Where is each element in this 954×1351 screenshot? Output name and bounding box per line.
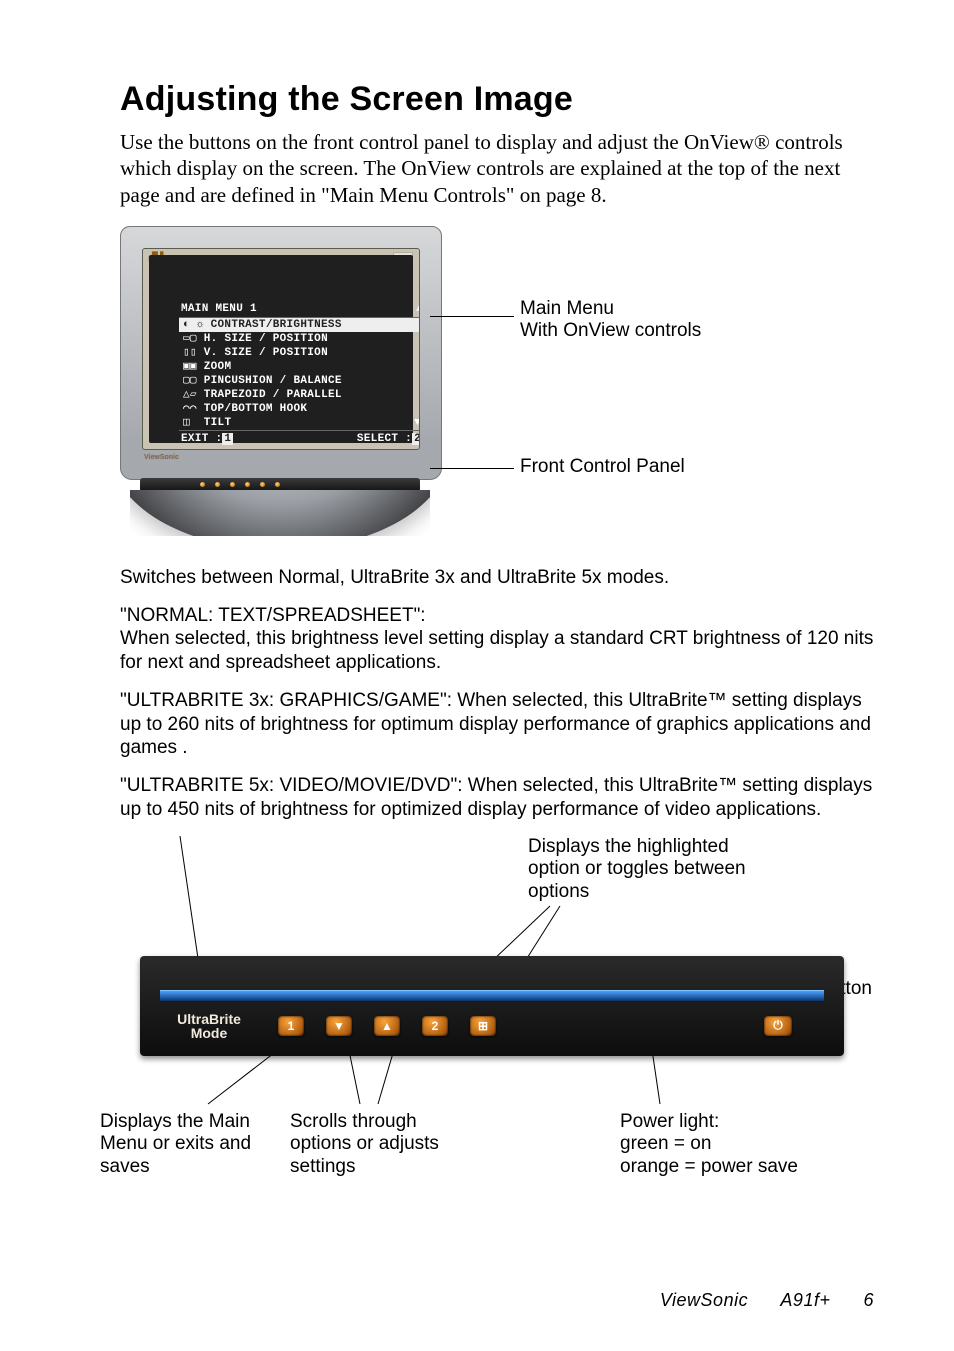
osd-item-zoom: ▣▣ ZOOM bbox=[179, 360, 420, 374]
caption-highlighted: Displays the highlighted option or toggl… bbox=[528, 836, 758, 904]
osd-item-tilt: ◫ TILT ▼ bbox=[179, 416, 420, 430]
panel-button-2[interactable]: 2 bbox=[422, 1016, 448, 1036]
caption-power-light: Power light: green = on orange = power s… bbox=[620, 1111, 840, 1179]
osd-item-trapezoid: △▱ TRAPEZOID / PARALLEL bbox=[179, 388, 420, 402]
figure-control-panel: Displays the highlighted option or toggl… bbox=[120, 836, 874, 1216]
leader-line bbox=[430, 468, 514, 469]
page-footer: ViewSonic A91f+ 6 bbox=[0, 1290, 874, 1311]
leader-line bbox=[430, 316, 514, 317]
panel-button-toggle[interactable]: ⊞ bbox=[470, 1016, 496, 1036]
text-switches: Switches between Normal, UltraBrite 3x a… bbox=[120, 566, 874, 590]
panel-button-up[interactable]: ▲ bbox=[374, 1016, 400, 1036]
osd-title-text: MAIN MENU 1 bbox=[181, 302, 257, 316]
caption-main-menu: Displays the Main Menu or exits and save… bbox=[100, 1111, 280, 1179]
brand-label: ViewSonic bbox=[144, 454, 179, 461]
page-title: Adjusting the Screen Image bbox=[120, 80, 874, 119]
osd-item-pincushion: ▢▢ PINCUSHION / BALANCE bbox=[179, 374, 420, 388]
caption-scrolls: Scrolls through options or adjusts setti… bbox=[290, 1111, 460, 1179]
osd-item-vsize: ▯▯ V. SIZE / POSITION bbox=[179, 346, 420, 360]
panel-button-1[interactable]: 1 bbox=[278, 1016, 304, 1036]
ultrabrite-label: UltraBrite Mode bbox=[170, 1012, 248, 1040]
osd-item-hook: ⌒⌒ TOP/BOTTOM HOOK bbox=[179, 402, 420, 416]
osd-item-contrast: ◐ ☼ CONTRAST/BRIGHTNESS bbox=[179, 318, 420, 332]
callout-front-panel: Front Control Panel bbox=[520, 456, 685, 478]
osd-menu: MAIN MENU 1 ▲ ◐ ☼ CONTRAST/BRIGHTNESS ▭▢… bbox=[179, 301, 420, 447]
intro-paragraph: Use the buttons on the front control pan… bbox=[120, 129, 874, 208]
front-panel-buttons-icon bbox=[200, 480, 310, 490]
control-panel: UltraBrite Mode 1 ▼ ▲ 2 ⊞ ⏻ bbox=[140, 956, 844, 1056]
figure-monitor: ▟▙▙ MAIN MENU 1 ▲ ◐ ☼ CONTRAST/BRIGHTNES… bbox=[120, 226, 874, 536]
monitor-base bbox=[130, 490, 430, 536]
text-normal-body: When selected, this brightness level set… bbox=[120, 627, 874, 675]
text-normal-head: "NORMAL: TEXT/SPREADSHEET": bbox=[120, 604, 874, 628]
osd-item-hsize: ▭▢ H. SIZE / POSITION bbox=[179, 332, 420, 346]
panel-button-down[interactable]: ▼ bbox=[326, 1016, 352, 1036]
arrow-down-icon: ▼ bbox=[414, 416, 420, 430]
callout-main-menu: Main Menu With OnView controls bbox=[520, 298, 701, 342]
text-u3x: "ULTRABRITE 3x: GRAPHICS/GAME": When sel… bbox=[120, 689, 874, 760]
panel-button-power[interactable]: ⏻ bbox=[764, 1016, 792, 1036]
monitor-illustration: ▟▙▙ MAIN MENU 1 ▲ ◐ ☼ CONTRAST/BRIGHTNES… bbox=[120, 226, 440, 536]
text-u5x: "ULTRABRITE 5x: VIDEO/MOVIE/DVD": When s… bbox=[120, 774, 874, 822]
arrow-up-icon: ▲ bbox=[416, 302, 420, 316]
